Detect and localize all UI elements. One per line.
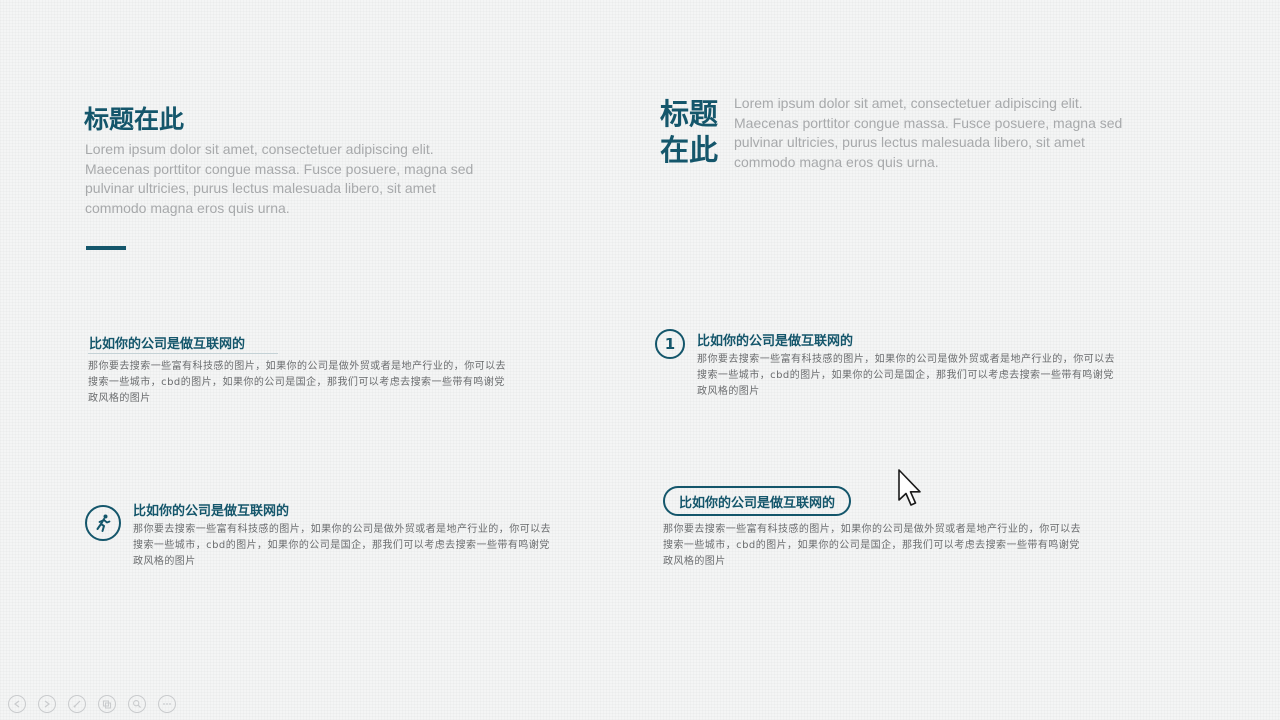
- runner-icon: [85, 505, 121, 541]
- heading-pill: 比如你的公司是做互联网的: [663, 486, 852, 516]
- mouse-cursor-icon: [898, 469, 921, 506]
- slideshow-toolbar: [8, 695, 176, 713]
- number-label: 1: [664, 335, 676, 353]
- heading-mid-right: 比如你的公司是做互联网的: [697, 334, 854, 349]
- more-icon[interactable]: [158, 695, 176, 713]
- heading-underline: [88, 353, 278, 354]
- number-circle-icon: 1: [655, 329, 685, 359]
- heading-mid-left: 比如你的公司是做互联网的: [89, 337, 246, 352]
- title-top-right-line2: 在此: [660, 133, 719, 167]
- heading-bottom-right: 比如你的公司是做互联网的: [679, 495, 836, 511]
- lorem-paragraph-top-left: Lorem ipsum dolor sit amet, consectetuer…: [85, 141, 474, 216]
- heading-bottom-left: 比如你的公司是做互联网的: [133, 504, 290, 519]
- body-bottom-right: 那你要去搜索一些富有科技感的图片，如果你的公司是做外贸或者是地产行业的，你可以去…: [663, 524, 1081, 567]
- body-bottom-left: 那你要去搜索一些富有科技感的图片，如果你的公司是做外贸或者是地产行业的，你可以去…: [133, 524, 551, 567]
- title-top-left: 标题在此: [84, 105, 185, 134]
- prev-icon[interactable]: [8, 695, 26, 713]
- accent-bar: [86, 246, 126, 250]
- lorem-paragraph-top-right: Lorem ipsum dolor sit amet, consectetuer…: [734, 95, 1123, 170]
- body-mid-left: 那你要去搜索一些富有科技感的图片，如果你的公司是做外贸或者是地产行业的，你可以去…: [88, 361, 506, 404]
- pen-icon[interactable]: [68, 695, 86, 713]
- runner-icon-svg: [96, 514, 111, 532]
- body-mid-right: 那你要去搜索一些富有科技感的图片，如果你的公司是做外贸或者是地产行业的，你可以去…: [697, 354, 1115, 397]
- zoom-icon[interactable]: [128, 695, 146, 713]
- next-icon[interactable]: [38, 695, 56, 713]
- title-top-right: 标题 在此: [660, 96, 718, 168]
- slides-icon[interactable]: [98, 695, 116, 713]
- title-top-right-line1: 标题: [660, 97, 719, 131]
